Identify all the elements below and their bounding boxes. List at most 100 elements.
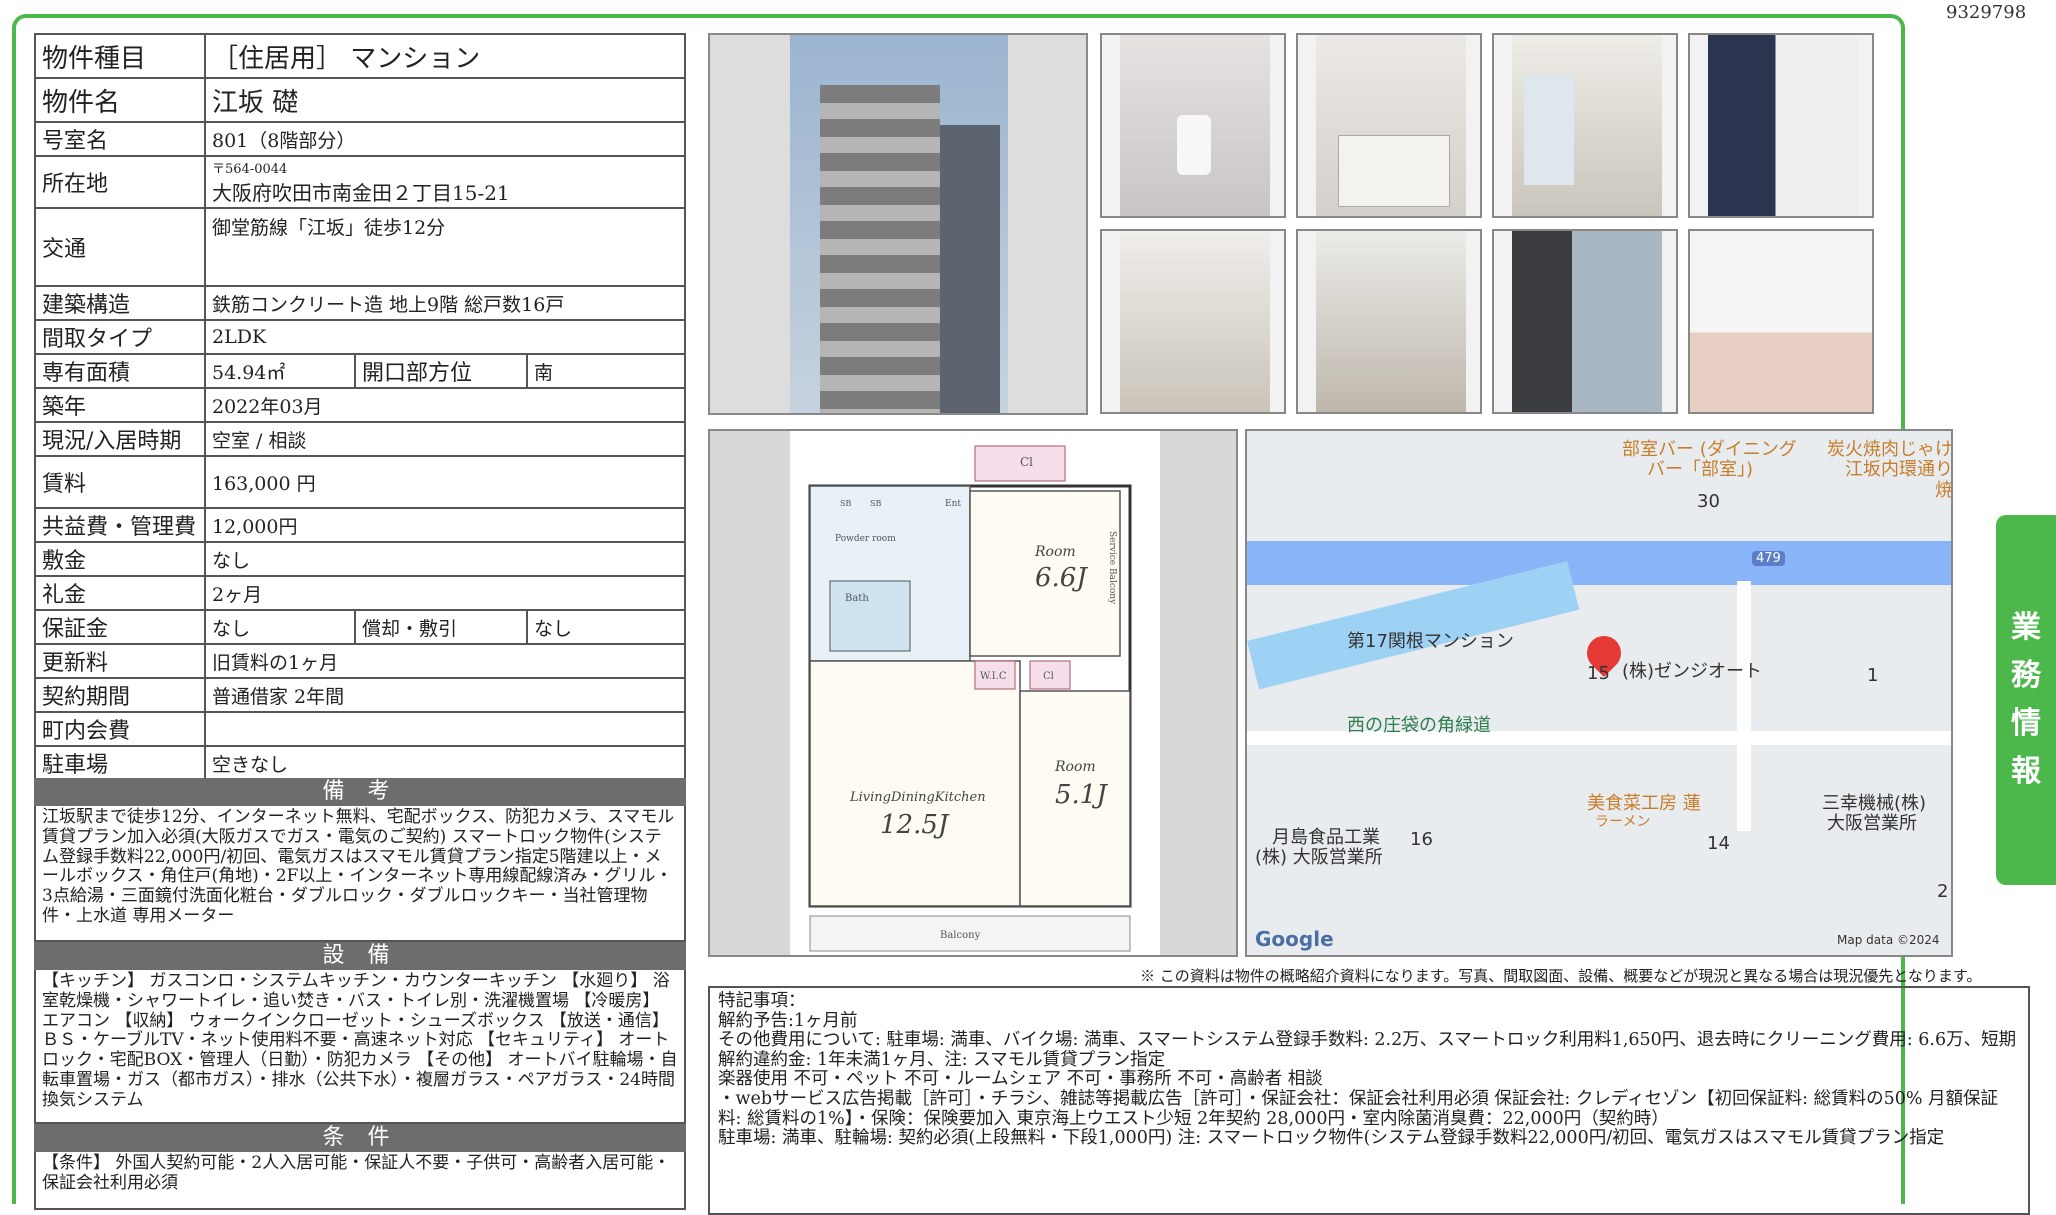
conditions-text: 【条件】 外国人契約可能・2人入居可能・保証人不要・子供可・高齢者入居可能・保証… <box>34 1152 686 1210</box>
map-road-vertical <box>1737 581 1751 831</box>
town-fee-value <box>204 711 686 747</box>
floor-plan[interactable]: Cl Room 6.6J Room 5.1J LivingDiningKitch… <box>708 429 1238 957</box>
map-label: (株) 大阪営業所 <box>1255 847 1383 868</box>
direction-value: 南 <box>526 353 686 389</box>
room-2-size: 5.1J <box>1055 780 1108 810</box>
bedroom-photo[interactable] <box>1100 229 1286 414</box>
route-shield: 479 <box>1752 551 1785 566</box>
ldk-size: 12.5J <box>880 810 950 840</box>
wic-label: W.I.C <box>980 671 1007 682</box>
remark-line: ・webサービス広告掲載［許可］・チラシ、雑誌等掲載広告［許可］・保証会社：保証… <box>718 1088 1999 1129</box>
tab-char: 業 <box>2011 610 2041 645</box>
type-label: 物件種目 <box>34 33 206 79</box>
map-label: 焼 <box>1935 480 1953 501</box>
deposit-label: 敷金 <box>34 541 206 577</box>
structure-label: 建築構造 <box>34 285 206 321</box>
document-id: 9329798 <box>1946 2 2027 23</box>
room-1-label: Room <box>1034 544 1076 560</box>
map-label: 14 <box>1707 833 1730 854</box>
notes-header: 備 考 <box>34 778 686 806</box>
key-money-value: 2ヶ月 <box>204 575 686 611</box>
kitchen-photo[interactable] <box>1296 33 1482 218</box>
built-label: 築年 <box>34 387 206 423</box>
transit-value: 御堂筋線「江坂」徒歩12分 <box>204 207 686 287</box>
remark-line: 解約予告:1ヶ月前 <box>718 1010 858 1031</box>
area-value: 54.94㎡ <box>204 353 356 389</box>
town-fee-label: 町内会費 <box>34 711 206 747</box>
living-room-photo[interactable] <box>1492 33 1678 218</box>
fee-value: 12,000円 <box>204 507 686 543</box>
contract-value: 普通借家 2年間 <box>204 677 686 713</box>
type-value: ［住居用］ マンション <box>204 33 686 79</box>
balcony-label: Balcony <box>940 930 981 941</box>
rent-label: 賃料 <box>34 455 206 509</box>
amortization-value: なし <box>526 609 686 645</box>
building-exterior-photo[interactable] <box>708 33 1088 415</box>
room-2-label: Room <box>1054 759 1096 775</box>
status-value: 空室 / 相談 <box>204 421 686 457</box>
bathroom-photo[interactable] <box>1688 33 1874 218</box>
structure-value: 鉄筋コンクリート造 地上9階 総戸数16戸 <box>204 285 686 321</box>
address-cell: 〒564-0044 大阪府吹田市南金田２丁目15-21 <box>204 155 686 209</box>
map-label: 16 <box>1410 829 1433 850</box>
disclaimer: ※ この資料は物件の概略紹介資料になります。写真、間取図面、設備、概要などが現況… <box>1140 967 1982 985</box>
remark-line: その他費用について: 駐車場: 満車、バイク場: 満車、スマートシステム登録手数… <box>718 1030 2017 1070</box>
map-label: 大阪営業所 <box>1827 813 1917 834</box>
renewal-value: 旧賃料の1ヶ月 <box>204 643 686 679</box>
status-label: 現況/入居時期 <box>34 421 206 457</box>
layout-label: 間取タイプ <box>34 319 206 355</box>
map-label: 第17関根マンション <box>1347 631 1514 652</box>
remark-line: 駐車場: 満車、駐輪場: 契約必須(上段無料・下段1,000円) 注: スマート… <box>718 1128 1945 1149</box>
contract-label: 契約期間 <box>34 677 206 713</box>
bath-label: Bath <box>845 593 869 604</box>
room-label: 号室名 <box>34 121 206 157</box>
rent-value: 163,000 円 <box>204 455 686 509</box>
map-attribution: Map data ©2024 <box>1837 933 1940 947</box>
guarantee-value: なし <box>204 609 356 645</box>
deposit-value: なし <box>204 541 686 577</box>
shoe-box-label-2: SB <box>870 499 881 508</box>
closet-label-top: Cl <box>1020 455 1033 469</box>
fee-label: 共益費・管理費 <box>34 507 206 543</box>
map-label: 2 <box>1937 881 1949 902</box>
closet-label: Cl <box>1043 671 1054 682</box>
google-logo: Google <box>1255 927 1334 951</box>
conditions-header: 条 件 <box>34 1124 686 1152</box>
floor-plan-drawing: Cl Room 6.6J Room 5.1J LivingDiningKitch… <box>790 431 1160 955</box>
map-label: (株)ゼンジオート <box>1622 661 1763 682</box>
notes-text: 江坂駅まで徒歩12分、インターネット無料、宅配ボックス、防犯カメラ、スマモル賃貸… <box>34 806 686 942</box>
address-value: 大阪府吹田市南金田２丁目15-21 <box>212 181 510 205</box>
entrance-label: Ent <box>945 499 961 509</box>
remark-line: 楽器使用 不可・ペット 不可・ルームシェア 不可・事務所 不可・高齢者 相談 <box>718 1069 1323 1090</box>
map-highway <box>1247 541 1951 585</box>
equipment-header: 設 備 <box>34 942 686 970</box>
hallway-photo[interactable] <box>1296 229 1482 414</box>
powder-room-label: Powder room <box>835 534 896 544</box>
map-label: バー「部室」) <box>1647 459 1754 480</box>
name-label: 物件名 <box>34 77 206 123</box>
map-label: 西の庄袋の角緑道 <box>1347 715 1491 736</box>
remarks-title: 特記事項： <box>718 991 806 1011</box>
tab-char: 務 <box>2011 658 2041 693</box>
built-value: 2022年03月 <box>204 387 686 423</box>
name-value: 江坂 礎 <box>204 77 686 123</box>
location-map[interactable]: 部室バー (ダイニング バー「部室」) 炭火焼肉じゃけ 江坂内環通り 30 47… <box>1245 429 1953 957</box>
map-label: 15 <box>1587 663 1610 684</box>
toilet-photo[interactable] <box>1100 33 1286 218</box>
map-label: ラーメン <box>1595 814 1651 830</box>
business-info-tab[interactable]: 業 務 情 報 <box>1996 515 2056 885</box>
key-money-label: 礼金 <box>34 575 206 611</box>
guarantee-label: 保証金 <box>34 609 206 645</box>
tab-char: 報 <box>2011 754 2041 789</box>
transit-label: 交通 <box>34 207 206 287</box>
amortization-label: 償却・敷引 <box>354 609 528 645</box>
special-remarks: 特記事項： 解約予告:1ヶ月前 その他費用について: 駐車場: 満車、バイク場:… <box>708 986 2030 1215</box>
washbasin-photo[interactable] <box>1688 229 1874 414</box>
property-info-table: 物件種目 ［住居用］ マンション 物件名 江坂 礎 号室名 801（8階部分） 所在地… <box>34 33 686 781</box>
room-1-size: 6.6J <box>1035 563 1088 593</box>
renewal-label: 更新料 <box>34 643 206 679</box>
balcony-photo[interactable] <box>1492 229 1678 414</box>
room-value: 801（8階部分） <box>204 121 686 157</box>
direction-label: 開口部方位 <box>354 353 528 389</box>
parking-value: 空きなし <box>204 745 686 781</box>
